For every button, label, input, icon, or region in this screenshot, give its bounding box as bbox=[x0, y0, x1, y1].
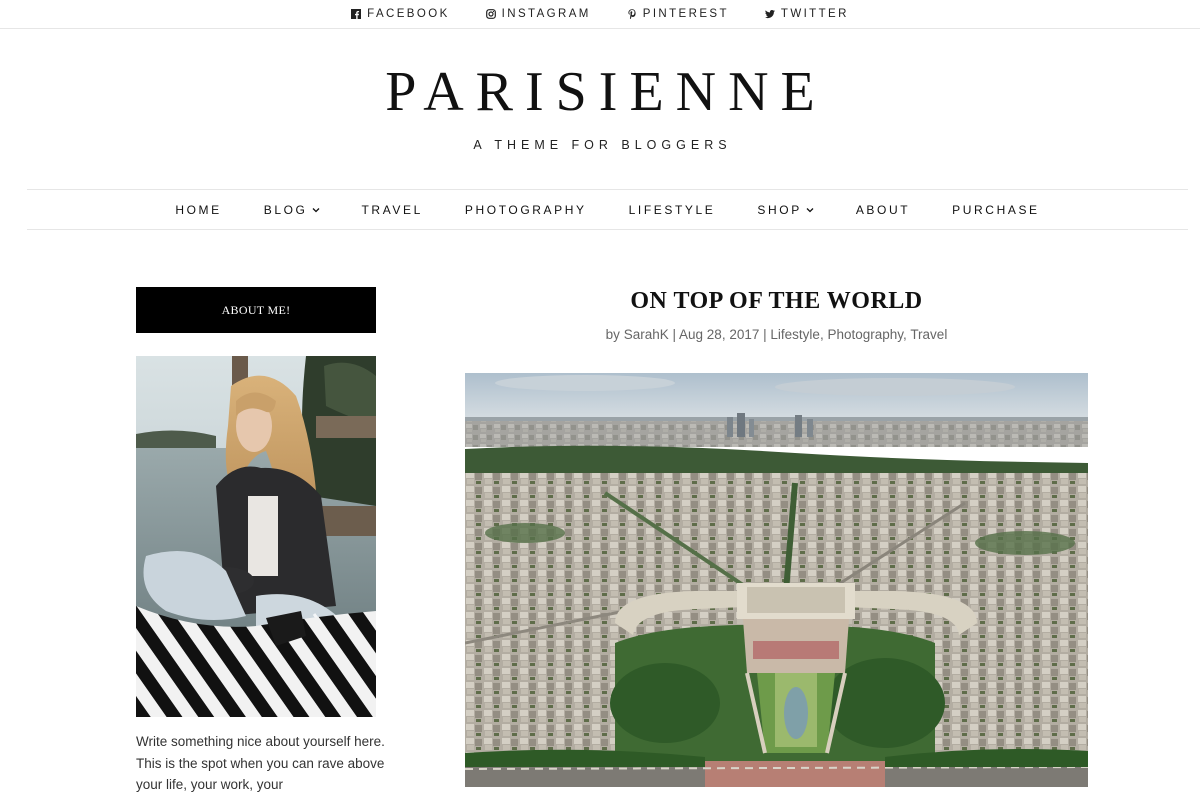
pinterest-icon bbox=[628, 9, 636, 19]
twitter-icon bbox=[765, 10, 775, 19]
main-nav: HOME BLOG TRAVEL PHOTOGRAPHY LIFESTYLE S… bbox=[27, 189, 1188, 230]
instagram-icon bbox=[485, 9, 496, 19]
post-date: Aug 28, 2017 bbox=[679, 327, 760, 342]
nav-item-travel[interactable]: TRAVEL bbox=[362, 203, 423, 217]
category-link-photography[interactable]: Photography bbox=[827, 327, 903, 342]
facebook-link[interactable]: FACEBOOK bbox=[351, 8, 449, 20]
nav-item-lifestyle[interactable]: LIFESTYLE bbox=[629, 203, 716, 217]
nav-item-purchase[interactable]: PURCHASE bbox=[952, 203, 1039, 217]
facebook-icon bbox=[351, 9, 362, 19]
post-meta: by SarahK | Aug 28, 2017 | Lifestyle, Ph… bbox=[465, 327, 1088, 342]
meta-separator: | bbox=[763, 327, 767, 342]
nav-item-label: BLOG bbox=[263, 202, 308, 217]
post-featured-image[interactable] bbox=[465, 373, 1088, 787]
category-link-travel[interactable]: Travel bbox=[910, 327, 947, 342]
meta-comma: , bbox=[903, 327, 907, 342]
nav-item-label: PURCHASE bbox=[952, 202, 1040, 217]
pinterest-label: PINTEREST bbox=[642, 8, 729, 20]
facebook-label: FACEBOOK bbox=[367, 8, 450, 20]
site-tagline: A THEME FOR BLOGGERS bbox=[473, 138, 732, 152]
nav-item-label: ABOUT bbox=[855, 202, 911, 217]
nav-item-blog[interactable]: BLOG bbox=[264, 203, 320, 217]
nav-item-label: TRAVEL bbox=[361, 202, 423, 217]
nav-item-photography[interactable]: PHOTOGRAPHY bbox=[465, 203, 587, 217]
site-title[interactable]: PARISIENNE bbox=[0, 60, 1200, 124]
pinterest-link[interactable]: PINTEREST bbox=[627, 8, 729, 20]
social-bar: FACEBOOK INSTAGRAM PINTEREST TWITTER bbox=[0, 0, 1200, 29]
about-me-header: ABOUT ME! bbox=[136, 287, 376, 333]
nav-item-home[interactable]: HOME bbox=[175, 203, 221, 217]
about-text: Write something nice about yourself here… bbox=[136, 734, 385, 792]
nav-item-shop[interactable]: SHOP bbox=[757, 202, 814, 217]
about-me-title: ABOUT ME! bbox=[221, 302, 291, 317]
category-link-lifestyle[interactable]: Lifestyle bbox=[770, 327, 820, 342]
twitter-label: TWITTER bbox=[780, 8, 849, 20]
about-photo bbox=[136, 356, 376, 717]
chevron-down-icon bbox=[806, 207, 814, 212]
nav-item-label: SHOP bbox=[757, 202, 802, 217]
nav-item-label: PHOTOGRAPHY bbox=[464, 202, 587, 217]
nav-item-about[interactable]: ABOUT bbox=[856, 203, 910, 217]
nav-item-label: HOME bbox=[175, 202, 222, 217]
paris-aerial-image bbox=[465, 373, 1088, 787]
meta-separator: | bbox=[672, 327, 677, 342]
instagram-label: INSTAGRAM bbox=[501, 8, 591, 20]
woman-portrait-image bbox=[136, 356, 376, 717]
post-author-link[interactable]: SarahK bbox=[624, 327, 669, 342]
chevron-down-icon bbox=[312, 207, 319, 212]
meta-comma: , bbox=[819, 327, 824, 342]
post-meta-prefix: by bbox=[605, 327, 620, 342]
instagram-link[interactable]: INSTAGRAM bbox=[485, 8, 591, 20]
nav-item-label: LIFESTYLE bbox=[628, 202, 716, 217]
post-title[interactable]: ON TOP OF THE WORLD bbox=[465, 288, 1088, 315]
twitter-link[interactable]: TWITTER bbox=[765, 8, 849, 20]
